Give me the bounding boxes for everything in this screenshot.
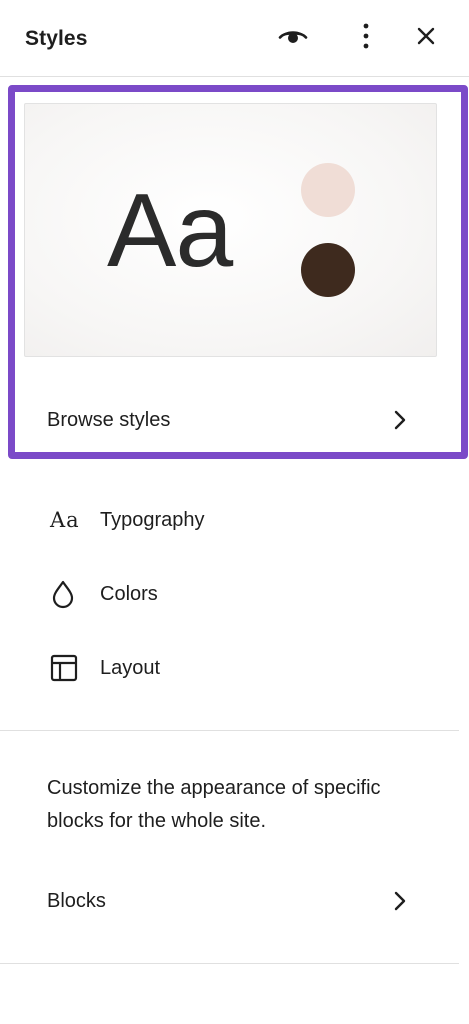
color-swatch-dark: [301, 243, 355, 297]
section-divider: [0, 963, 459, 964]
styles-panel: Styles Aa Browse styles Aa Typography Co…: [0, 0, 469, 1024]
section-divider: [0, 730, 459, 731]
eye-icon: [278, 25, 308, 52]
style-preview-card[interactable]: Aa: [24, 103, 437, 357]
blocks-label: Blocks: [47, 889, 106, 912]
chevron-right-icon: [388, 889, 412, 913]
nav-item-colors[interactable]: Colors: [50, 572, 430, 616]
chevron-right-icon: [388, 408, 412, 432]
preview-sample-text: Aa: [107, 173, 233, 289]
nav-item-label: Typography: [100, 508, 205, 531]
nav-item-layout[interactable]: Layout: [50, 646, 430, 690]
color-swatch-light: [301, 163, 355, 217]
nav-item-label: Colors: [100, 582, 158, 605]
close-icon: [416, 26, 436, 51]
blocks-button[interactable]: Blocks: [22, 876, 412, 926]
nav-item-typography[interactable]: Aa Typography: [50, 498, 430, 542]
browse-styles-button[interactable]: Browse styles: [22, 395, 412, 445]
panel-header: Styles: [0, 0, 469, 77]
browse-styles-label: Browse styles: [47, 408, 171, 431]
layout-icon: [50, 652, 82, 684]
more-options-button[interactable]: [348, 20, 384, 56]
blocks-description: Customize the appearance of specific blo…: [47, 777, 381, 832]
close-button[interactable]: [408, 20, 444, 56]
droplet-icon: [50, 578, 82, 610]
nav-item-label: Layout: [100, 656, 161, 679]
more-vertical-icon: [362, 23, 370, 54]
preview-button[interactable]: [275, 20, 311, 56]
panel-title: Styles: [25, 27, 88, 50]
typography-icon: Aa: [50, 508, 80, 532]
